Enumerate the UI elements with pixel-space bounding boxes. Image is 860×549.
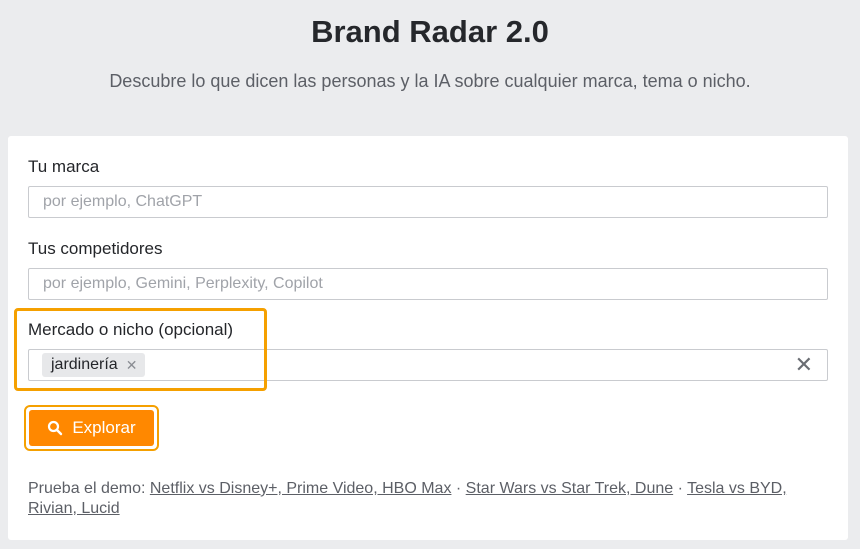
brand-label: Tu marca <box>28 157 100 176</box>
demo-prefix: Prueba el demo: <box>28 480 146 497</box>
niche-label: Mercado o nicho (opcional) <box>28 320 234 339</box>
search-icon <box>48 420 63 436</box>
search-form-card: Tu marca Tus competidores Mercado o nich… <box>8 136 848 540</box>
niche-input[interactable]: jardinería ✕ ✕ <box>28 349 828 381</box>
demo-link-star-wars[interactable]: Star Wars vs Star Trek, Dune <box>466 480 673 497</box>
explore-label: Explorar <box>72 418 136 437</box>
demo-link-netflix[interactable]: Netflix vs Disney+, Prime Video, HBO Max <box>150 480 452 497</box>
demo-links: Prueba el demo: Netflix vs Disney+, Prim… <box>28 479 828 519</box>
explore-button[interactable]: Explorar <box>29 410 154 446</box>
niche-chip: jardinería ✕ <box>42 353 146 377</box>
brand-input[interactable] <box>28 186 828 218</box>
page-subtitle: Descubre lo que dicen las personas y la … <box>109 71 751 91</box>
competitors-label: Tus competidores <box>28 239 163 258</box>
demo-separator: · <box>677 480 683 497</box>
demo-separator: · <box>455 480 462 497</box>
explore-focus-ring: Explorar <box>24 405 159 451</box>
close-icon[interactable]: ✕ <box>126 358 138 372</box>
niche-chip-label: jardinería <box>51 356 118 373</box>
clear-icon[interactable]: ✕ <box>795 353 813 377</box>
competitors-input[interactable] <box>28 268 828 300</box>
page-title: Brand Radar 2.0 <box>311 14 549 49</box>
